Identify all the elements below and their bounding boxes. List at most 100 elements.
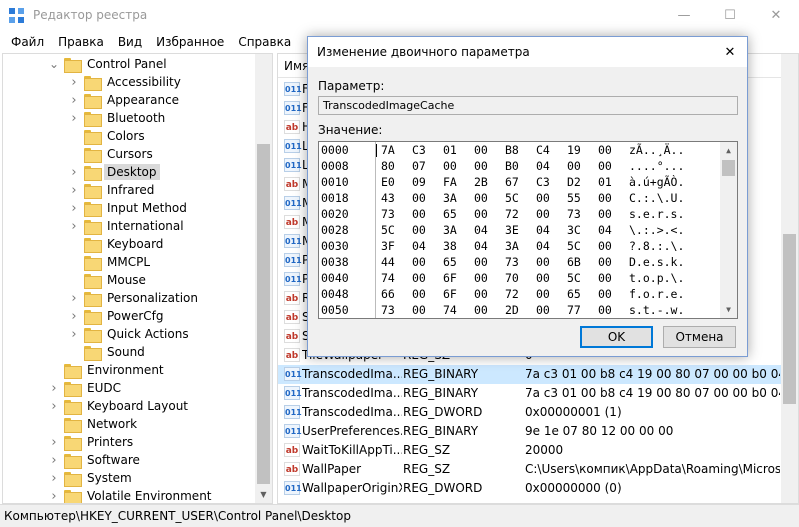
hex-byte[interactable]: 6F bbox=[443, 287, 457, 301]
chevron-right-icon[interactable]: › bbox=[68, 307, 80, 325]
hex-byte[interactable]: 00 bbox=[474, 287, 488, 301]
hex-byte[interactable]: 00 bbox=[474, 255, 488, 269]
hex-byte[interactable]: 00 bbox=[474, 191, 488, 205]
hex-scrollbar[interactable]: ▲ ▼ bbox=[720, 142, 737, 318]
tree-item[interactable]: › International bbox=[68, 217, 187, 235]
hex-byte[interactable]: FA bbox=[443, 175, 457, 189]
tree-item[interactable]: Network bbox=[48, 415, 140, 433]
hex-byte[interactable]: 65 bbox=[567, 287, 581, 301]
minimize-button[interactable]: — bbox=[661, 0, 707, 31]
chevron-right-icon[interactable]: › bbox=[68, 163, 80, 181]
chevron-right-icon[interactable]: › bbox=[68, 91, 80, 109]
tree-item[interactable]: › Desktop bbox=[68, 163, 160, 181]
tree-item[interactable]: › PowerCfg bbox=[68, 307, 167, 325]
hex-byte[interactable]: 5C bbox=[505, 191, 519, 205]
tree-item[interactable]: Mouse bbox=[68, 271, 149, 289]
scroll-down-icon[interactable]: ▼ bbox=[720, 301, 737, 318]
hex-byte[interactable]: D2 bbox=[567, 175, 581, 189]
hex-byte[interactable]: 77 bbox=[567, 303, 581, 317]
tree-item[interactable]: › Input Method bbox=[68, 199, 190, 217]
chevron-right-icon[interactable]: › bbox=[68, 181, 80, 199]
hex-byte[interactable]: 7A bbox=[381, 143, 395, 157]
chevron-right-icon[interactable]: › bbox=[68, 109, 80, 127]
hex-byte[interactable]: 72 bbox=[505, 287, 519, 301]
hex-byte[interactable]: 04 bbox=[536, 239, 550, 253]
tree-item[interactable]: Cursors bbox=[68, 145, 156, 163]
tree-item[interactable]: MMCPL bbox=[68, 253, 153, 271]
hex-byte[interactable]: 73 bbox=[567, 207, 581, 221]
menu-favorites[interactable]: Избранное bbox=[149, 35, 231, 49]
hex-byte[interactable]: 00 bbox=[536, 271, 550, 285]
hex-byte[interactable]: 3C bbox=[567, 223, 581, 237]
hex-byte[interactable]: 73 bbox=[505, 255, 519, 269]
hex-byte[interactable]: 19 bbox=[567, 143, 581, 157]
hex-byte[interactable]: 70 bbox=[505, 271, 519, 285]
hex-byte[interactable]: 00 bbox=[474, 207, 488, 221]
hex-byte[interactable]: 01 bbox=[598, 175, 612, 189]
tree-item[interactable]: › Bluetooth bbox=[68, 109, 168, 127]
hex-byte[interactable]: 00 bbox=[412, 207, 426, 221]
tree-item[interactable]: Environment bbox=[48, 361, 167, 379]
hex-byte[interactable]: 00 bbox=[598, 207, 612, 221]
hex-byte[interactable]: 74 bbox=[443, 303, 457, 317]
hex-byte[interactable]: 00 bbox=[598, 191, 612, 205]
hex-byte[interactable]: 00 bbox=[598, 143, 612, 157]
hex-byte[interactable]: 00 bbox=[412, 271, 426, 285]
hex-byte[interactable]: 67 bbox=[505, 175, 519, 189]
column-name-header[interactable]: Имя bbox=[284, 59, 309, 73]
chevron-right-icon[interactable]: › bbox=[48, 433, 60, 451]
chevron-right-icon[interactable]: › bbox=[48, 379, 60, 397]
hex-byte[interactable]: B8 bbox=[505, 143, 519, 157]
chevron-right-icon[interactable]: › bbox=[68, 289, 80, 307]
hex-byte[interactable]: 00 bbox=[567, 159, 581, 173]
hex-byte[interactable]: 3A bbox=[505, 239, 519, 253]
chevron-right-icon[interactable]: › bbox=[68, 217, 80, 235]
hex-byte[interactable]: E0 bbox=[381, 175, 395, 189]
tree-item[interactable]: › Volatile Environment bbox=[48, 487, 215, 504]
hex-editor[interactable]: 0000 7A C3 01 00 B8 C4 19 00 zÃ..¸Ä.. 0008 80 07 00 00… bbox=[318, 141, 738, 319]
tree-scrollbar[interactable]: ▼ bbox=[255, 54, 272, 503]
hex-byte[interactable]: 6F bbox=[443, 271, 457, 285]
chevron-right-icon[interactable]: › bbox=[68, 73, 80, 91]
tree-item[interactable]: › Personalization bbox=[68, 289, 201, 307]
list-scrollbar[interactable] bbox=[781, 54, 798, 503]
hex-byte[interactable]: 00 bbox=[412, 223, 426, 237]
hex-byte[interactable]: 73 bbox=[381, 303, 395, 317]
table-row[interactable]: 011 UserPreferences... REG_BINARY 9e 1e 07 … bbox=[278, 422, 783, 441]
menu-edit[interactable]: Правка bbox=[51, 35, 111, 49]
hex-byte[interactable]: 55 bbox=[567, 191, 581, 205]
hex-byte[interactable]: 3F bbox=[381, 239, 395, 253]
hex-byte[interactable]: 65 bbox=[443, 207, 457, 221]
chevron-right-icon[interactable]: › bbox=[48, 397, 60, 415]
tree-item[interactable]: Sound bbox=[68, 343, 148, 361]
tree-item[interactable]: › Appearance bbox=[68, 91, 182, 109]
close-button[interactable]: ✕ bbox=[753, 0, 799, 31]
scroll-down-icon[interactable]: ▼ bbox=[255, 486, 272, 503]
table-row[interactable]: 011 TranscodedIma... REG_BINARY 7a c3 01 00… bbox=[278, 365, 783, 384]
hex-byte[interactable]: C3 bbox=[536, 175, 550, 189]
tree-item[interactable]: › Accessibility bbox=[68, 73, 184, 91]
hex-byte[interactable]: 00 bbox=[598, 287, 612, 301]
hex-byte[interactable]: 44 bbox=[381, 255, 395, 269]
chevron-right-icon[interactable]: › bbox=[48, 487, 60, 504]
tree-item[interactable]: › EUDC bbox=[48, 379, 124, 397]
hex-byte[interactable]: 00 bbox=[536, 191, 550, 205]
hex-byte[interactable]: 00 bbox=[443, 159, 457, 173]
table-row[interactable]: 011 TranscodedIma... REG_BINARY 7a c3 01 00… bbox=[278, 384, 783, 403]
hex-byte[interactable]: 04 bbox=[598, 223, 612, 237]
hex-byte[interactable]: 74 bbox=[381, 271, 395, 285]
hex-byte[interactable]: 07 bbox=[412, 159, 426, 173]
hex-byte[interactable]: 00 bbox=[412, 303, 426, 317]
hex-byte[interactable]: 04 bbox=[474, 223, 488, 237]
table-row[interactable]: ab WaitToKillAppTi... REG_SZ 20000 bbox=[278, 441, 783, 460]
tree-item[interactable]: › Keyboard Layout bbox=[48, 397, 191, 415]
hex-byte[interactable]: 00 bbox=[598, 239, 612, 253]
tree-item[interactable]: › Quick Actions bbox=[68, 325, 192, 343]
hex-byte[interactable]: 38 bbox=[443, 239, 457, 253]
hex-byte[interactable]: 00 bbox=[474, 159, 488, 173]
menu-help[interactable]: Справка bbox=[231, 35, 298, 49]
chevron-right-icon[interactable]: › bbox=[48, 451, 60, 469]
dialog-close-icon[interactable]: ✕ bbox=[713, 37, 747, 67]
hex-byte[interactable]: 73 bbox=[381, 207, 395, 221]
hex-byte[interactable]: 6B bbox=[567, 255, 581, 269]
